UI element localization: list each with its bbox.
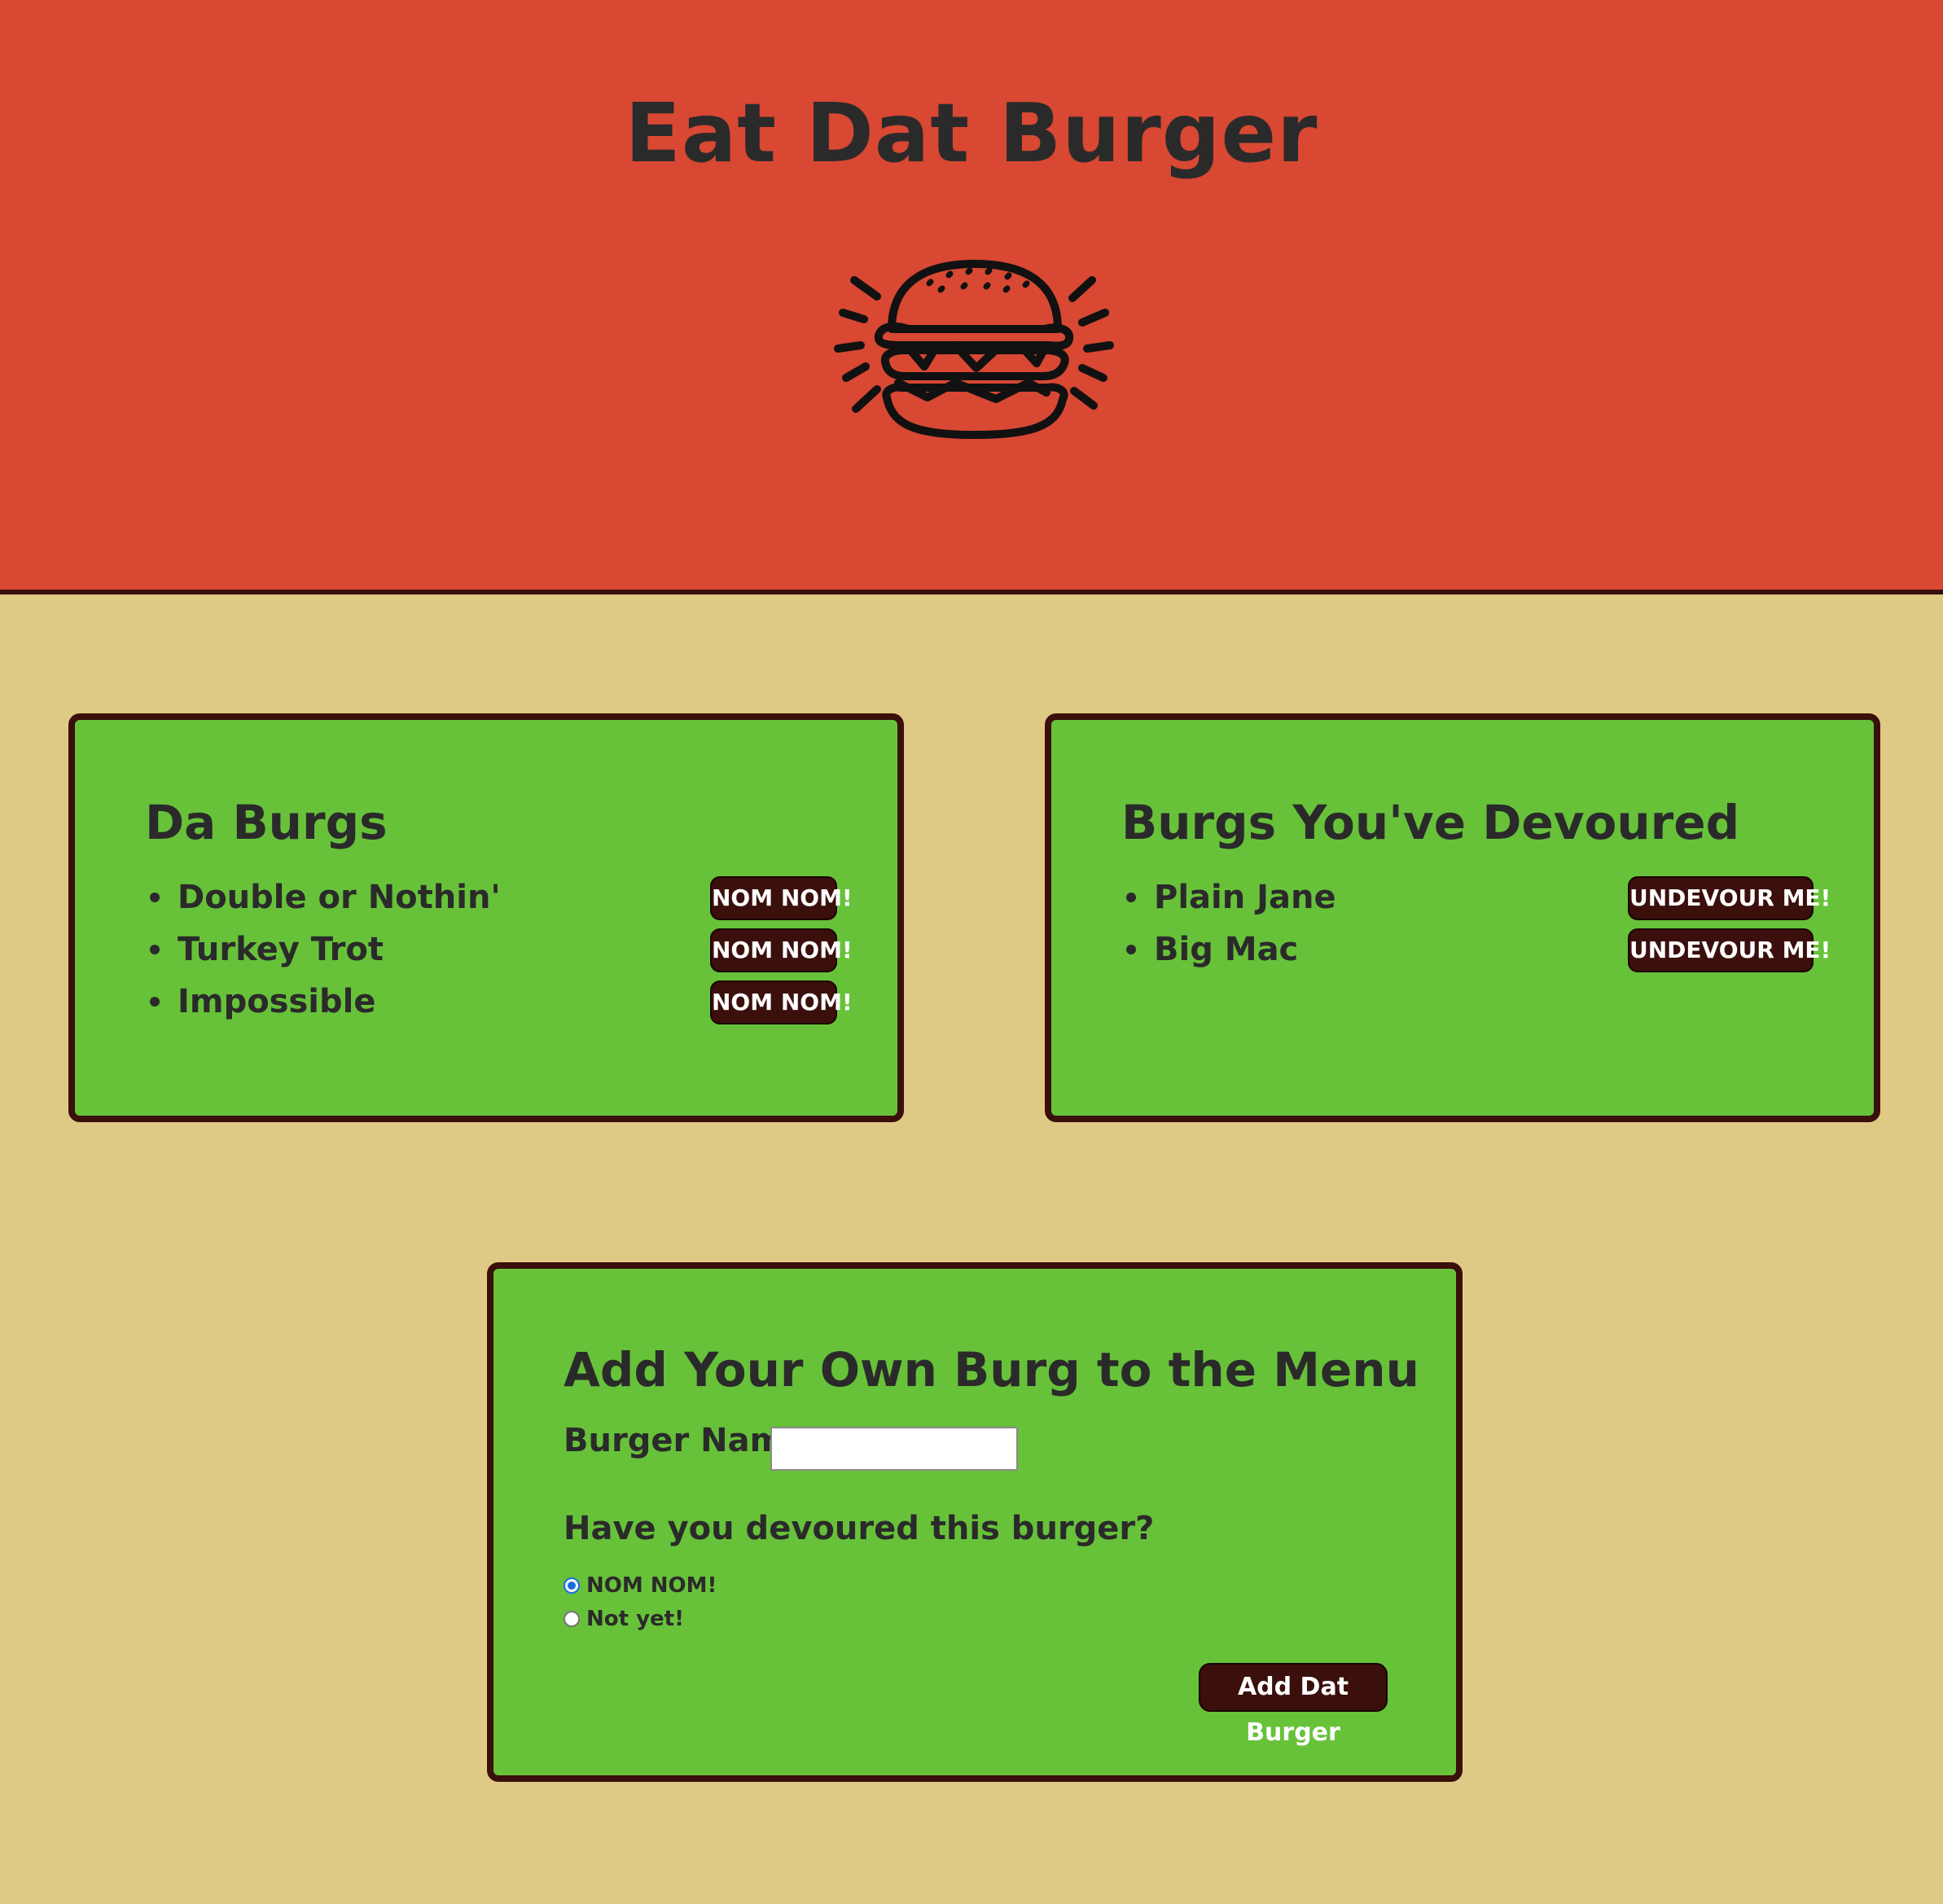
- undevour-button[interactable]: UNDEVOUR ME!: [1628, 876, 1831, 920]
- burger-name-input[interactable]: [770, 1427, 1018, 1471]
- add-burger-form: Add Your Own Burg to the Menu Burger Nam…: [487, 1262, 1463, 1782]
- burger-name: Double or Nothin': [178, 879, 501, 916]
- bullet-icon: [1126, 945, 1136, 954]
- nom-nom-button[interactable]: NOM NOM!: [710, 876, 853, 920]
- burger-name: Turkey Trot: [178, 931, 384, 968]
- list-item: Impossible NOM NOM!: [143, 976, 853, 1028]
- header-banner: Eat Dat Burger: [0, 0, 1943, 594]
- burger-icon: [834, 260, 1114, 439]
- list-item: Double or Nothin' NOM NOM!: [143, 871, 853, 923]
- page-title: Eat Dat Burger: [625, 86, 1318, 181]
- bullet-icon: [150, 997, 160, 1007]
- burger-name: Big Mac: [1154, 931, 1299, 968]
- nom-nom-button[interactable]: NOM NOM!: [710, 928, 853, 972]
- radio-button[interactable]: [564, 1611, 580, 1627]
- add-burger-button[interactable]: Add Dat Burger: [1199, 1663, 1388, 1747]
- radio-button-checked[interactable]: [564, 1577, 580, 1594]
- list-item: Turkey Trot NOM NOM!: [143, 923, 853, 976]
- radio-label: NOM NOM!: [586, 1573, 717, 1598]
- nom-nom-button[interactable]: NOM NOM!: [710, 981, 853, 1024]
- burger-name: Impossible: [178, 983, 376, 1020]
- radio-option-not-yet[interactable]: Not yet!: [564, 1607, 684, 1631]
- burgers-panel-title: Da Burgs: [145, 795, 388, 850]
- radio-option-nom-nom[interactable]: NOM NOM!: [564, 1573, 717, 1598]
- devoured-question: Have you devoured this burger?: [564, 1510, 1155, 1547]
- bullet-icon: [150, 945, 160, 954]
- list-item: Plain Jane UNDEVOUR ME!: [1120, 871, 1831, 923]
- devoured-panel-title: Burgs You've Devoured: [1121, 795, 1740, 850]
- burgers-panel: Da Burgs Double or Nothin' NOM NOM! Turk…: [68, 713, 904, 1122]
- list-item: Big Mac UNDEVOUR ME!: [1120, 923, 1831, 976]
- bullet-icon: [1126, 893, 1136, 902]
- devoured-list: Plain Jane UNDEVOUR ME! Big Mac UNDEVOUR…: [1120, 871, 1831, 976]
- radio-label: Not yet!: [586, 1607, 684, 1631]
- undevour-button[interactable]: UNDEVOUR ME!: [1628, 928, 1831, 972]
- burger-name: Plain Jane: [1154, 879, 1336, 916]
- burgers-list: Double or Nothin' NOM NOM! Turkey Trot N…: [143, 871, 853, 1028]
- bullet-icon: [150, 893, 160, 902]
- add-burger-form-title: Add Your Own Burg to the Menu: [564, 1342, 1419, 1397]
- devoured-panel: Burgs You've Devoured Plain Jane UNDEVOU…: [1045, 713, 1880, 1122]
